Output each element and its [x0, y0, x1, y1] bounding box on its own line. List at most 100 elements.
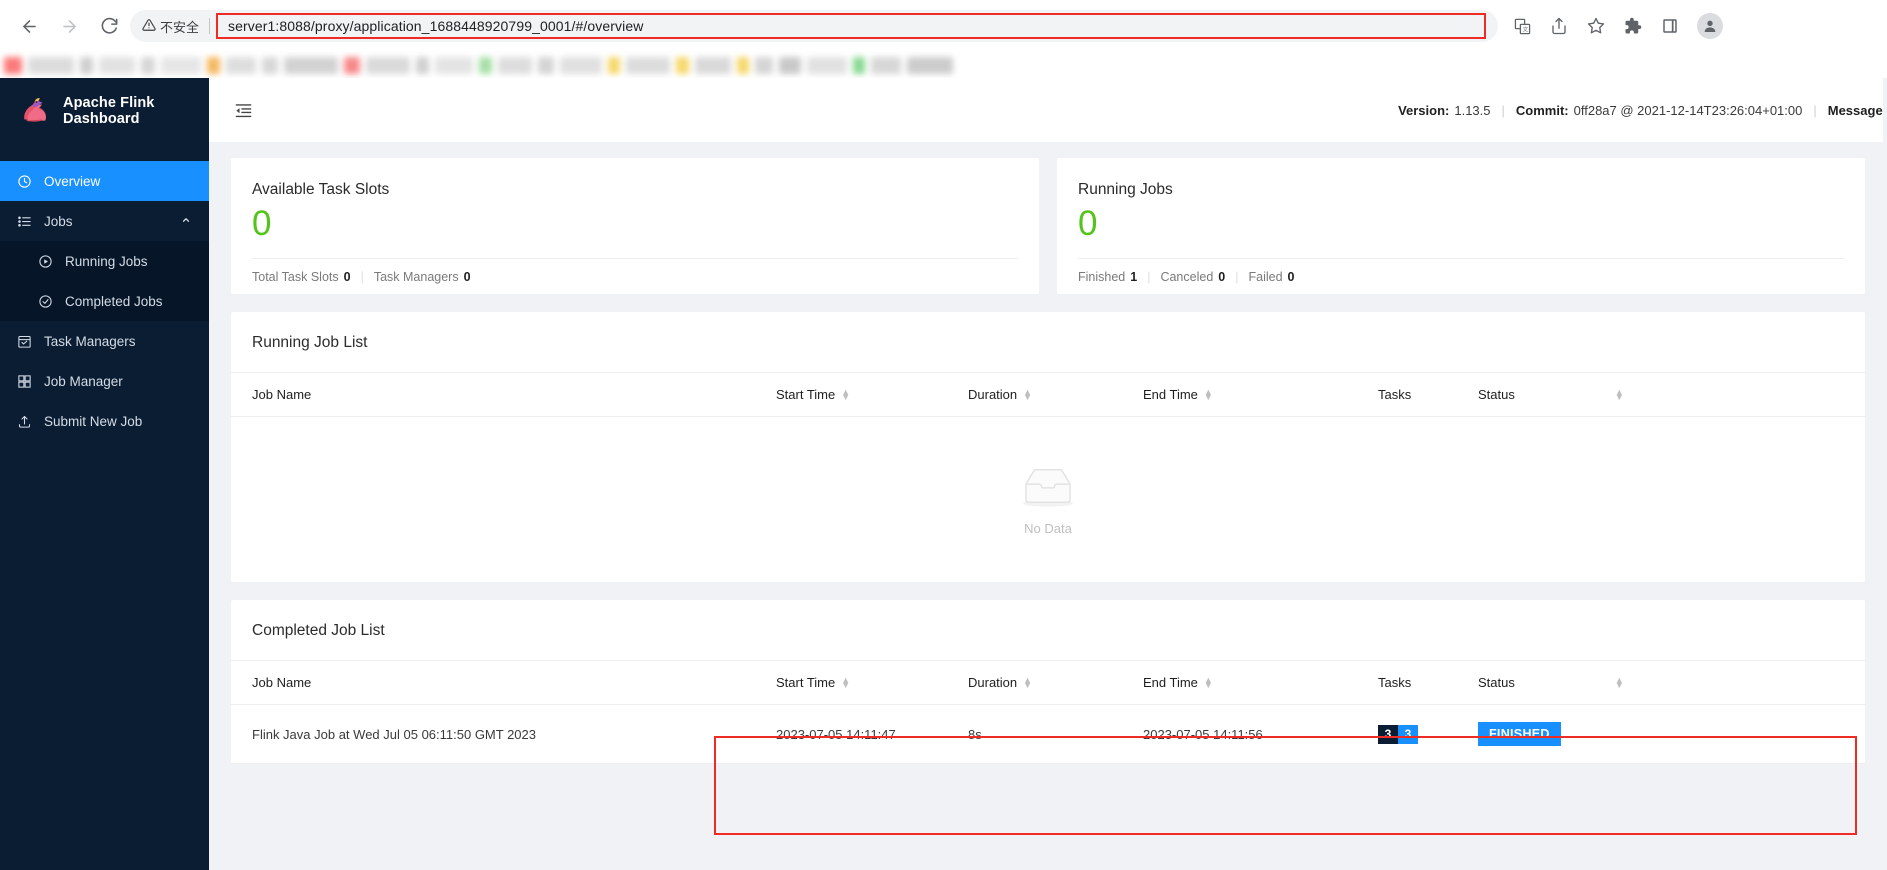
sidebar-item-task-managers[interactable]: Task Managers [0, 321, 209, 361]
tasks-finished-count: 3 [1398, 724, 1418, 744]
col-label: Start Time [776, 675, 836, 690]
col-duration[interactable]: Duration ▲ ▼ [968, 372, 1143, 417]
col-label: Job Name [252, 387, 312, 402]
chevron-up-icon[interactable] [181, 215, 191, 228]
warning-triangle-icon [142, 18, 156, 35]
bookmarks-bar[interactable] [0, 52, 1887, 78]
available-task-slots-card: Available Task Slots 0 Total Task Slots 0… [231, 158, 1039, 294]
running-job-table-head: Job Name Start Time ▲ ▼ Duration ▲ ▼ End Tim… [231, 372, 1865, 417]
info-separator-1: | [1501, 102, 1505, 118]
table-row[interactable]: Flink Java Job at Wed Jul 05 06:11:50 GM… [231, 704, 1865, 764]
address-bar[interactable]: 不安全 server1:8088/proxy/application_16884… [130, 10, 1498, 42]
sort-icon[interactable]: ▲ ▼ [841, 388, 850, 401]
col-label: Status [1478, 387, 1515, 402]
total-task-slots-value: 0 [343, 270, 351, 284]
upload-icon [17, 414, 32, 429]
col-job-name[interactable]: Job Name [231, 372, 776, 417]
running-job-table-body: No Data [231, 417, 1865, 583]
col-duration[interactable]: Duration ▲ ▼ [968, 660, 1143, 705]
extensions-puzzle-icon[interactable] [1623, 16, 1643, 36]
security-label: 不安全 [160, 19, 200, 35]
sidebar-item-overview[interactable]: Overview [0, 161, 209, 201]
finished-value: 1 [1130, 270, 1138, 284]
sidebar-item-completed-jobs[interactable]: Completed Jobs [0, 281, 209, 321]
completed-job-table-body: Flink Java Job at Wed Jul 05 06:11:50 GM… [231, 704, 1865, 764]
col-end-time[interactable]: End Time ▲ ▼ [1143, 660, 1378, 705]
col-tasks[interactable]: Tasks [1378, 660, 1478, 705]
task-managers-value: 0 [463, 270, 471, 284]
completed-job-table-head: Job Name Start Time ▲ ▼ Duration ▲ ▼ End Tim… [231, 660, 1865, 705]
sidebar-item-job-manager[interactable]: Job Manager [0, 361, 209, 401]
running-jobs-value: 0 [1078, 204, 1098, 243]
sidepanel-icon[interactable] [1660, 16, 1680, 36]
sidebar-item-running-jobs[interactable]: Running Jobs [0, 241, 209, 281]
flink-squirrel-logo-icon [17, 94, 51, 128]
app-root: Apache Flink Dashboard Overview Jobs Run… [0, 78, 1887, 870]
sidebar-jobs-submenu: Running Jobs Completed Jobs [0, 241, 209, 321]
col-end-time[interactable]: End Time ▲ ▼ [1143, 372, 1378, 417]
browser-toolbar-icons: 文 [1506, 13, 1723, 39]
sort-icon[interactable]: ▲ ▼ [1023, 388, 1032, 401]
card-title: Available Task Slots [252, 181, 390, 198]
sort-icon[interactable]: ▲ ▼ [1204, 676, 1213, 689]
translate-icon[interactable]: 文 [1512, 16, 1532, 36]
tasks-badge: 3 3 [1378, 724, 1418, 744]
sidebar-item-jobs[interactable]: Jobs [0, 201, 209, 241]
sort-icon[interactable]: ▲ ▼ [841, 676, 850, 689]
forward-icon[interactable] [56, 13, 82, 39]
info-separator-2: | [1813, 102, 1817, 118]
col-label: Duration [968, 387, 1018, 402]
completed-job-table: Job Name Start Time ▲ ▼ Duration ▲ ▼ End Tim… [231, 660, 1865, 764]
empty-row: No Data [231, 417, 1865, 583]
back-icon[interactable] [16, 13, 42, 39]
cluster-icon [17, 374, 32, 389]
sidebar-item-label: Overview [44, 173, 101, 189]
reload-icon[interactable] [96, 13, 122, 39]
col-status[interactable]: Status ▲ ▼ [1478, 372, 1865, 417]
footer-separator: | [360, 270, 364, 284]
footer-separator: | [1235, 270, 1239, 284]
empty-state-label: No Data [1024, 521, 1072, 536]
col-job-name[interactable]: Job Name [231, 660, 776, 705]
col-label: Status [1478, 675, 1515, 690]
col-start-time[interactable]: Start Time ▲ ▼ [776, 660, 968, 705]
version-value: 1.13.5 [1454, 102, 1491, 118]
profile-avatar-icon[interactable] [1697, 13, 1723, 39]
cell-end-time: 2023-07-05 14:11:56 [1143, 704, 1378, 764]
col-label: End Time [1143, 675, 1198, 690]
col-start-time[interactable]: Start Time ▲ ▼ [776, 372, 968, 417]
canceled-label: Canceled [1160, 270, 1214, 284]
sort-icon[interactable]: ▲ ▼ [1615, 676, 1624, 689]
col-status[interactable]: Status ▲ ▼ [1478, 660, 1865, 705]
sort-icon[interactable]: ▲ ▼ [1204, 388, 1213, 401]
menu-fold-icon[interactable] [231, 98, 255, 122]
sidebar-item-label: Task Managers [44, 333, 136, 349]
cell-status: FINISHED [1478, 704, 1865, 764]
security-indicator[interactable]: 不安全 [142, 17, 207, 36]
task-manager-icon [17, 334, 32, 349]
sidebar: Apache Flink Dashboard Overview Jobs Run… [0, 78, 209, 870]
sidebar-item-submit-new-job[interactable]: Submit New Job [0, 401, 209, 441]
empty-cell: No Data [231, 417, 1865, 583]
cell-tasks: 3 3 [1378, 704, 1478, 764]
running-job-list-title: Running Job List [252, 334, 368, 351]
url-highlight-box[interactable]: server1:8088/proxy/application_168844892… [216, 13, 1486, 39]
brand[interactable]: Apache Flink Dashboard [0, 78, 209, 144]
bookmark-star-icon[interactable] [1586, 16, 1606, 36]
scroll-edge [1883, 78, 1887, 870]
browser-nav-buttons [10, 13, 130, 39]
commit-value: 0ff28a7 @ 2021-12-14T23:26:04+01:00 [1573, 102, 1803, 118]
canceled-stat: Canceled 0 [1160, 270, 1225, 284]
cell-job-name[interactable]: Flink Java Job at Wed Jul 05 06:11:50 GM… [231, 704, 776, 764]
failed-stat: Failed 0 [1248, 270, 1294, 284]
col-tasks[interactable]: Tasks [1378, 372, 1478, 417]
brand-title: Apache Flink Dashboard [63, 95, 155, 127]
failed-label: Failed [1248, 270, 1283, 284]
sidebar-item-label: Jobs [44, 213, 73, 229]
sort-icon[interactable]: ▲ ▼ [1023, 676, 1032, 689]
sort-icon[interactable]: ▲ ▼ [1615, 388, 1624, 401]
omnibox-divider [209, 18, 211, 34]
share-icon[interactable] [1549, 16, 1569, 36]
running-job-table: Job Name Start Time ▲ ▼ Duration ▲ ▼ End Tim… [231, 372, 1865, 582]
list-icon [17, 214, 32, 229]
